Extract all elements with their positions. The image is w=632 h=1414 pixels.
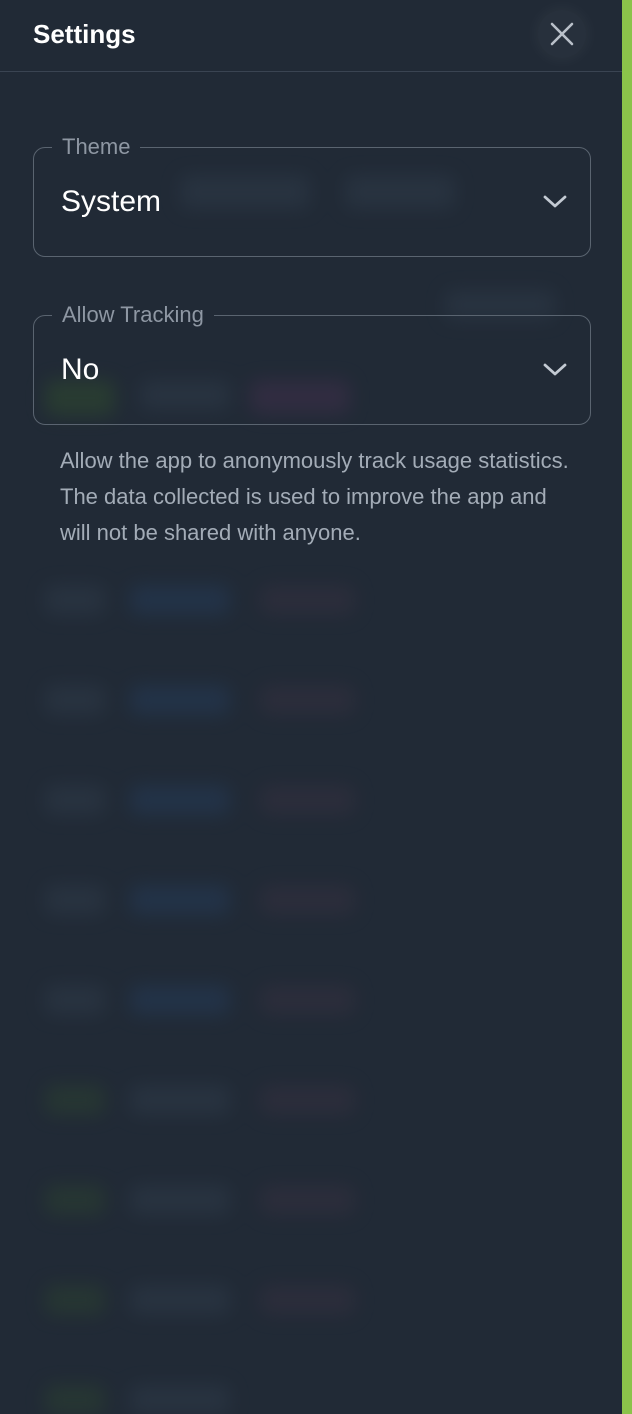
page-title: Settings xyxy=(33,19,136,49)
allow-tracking-helper-text: Allow the app to anonymously track usage… xyxy=(60,448,569,545)
chevron-down-icon xyxy=(543,195,567,208)
close-icon xyxy=(550,22,574,46)
close-button[interactable] xyxy=(538,10,586,58)
theme-label: Theme xyxy=(52,134,141,160)
theme-value: System xyxy=(61,185,162,218)
allow-tracking-select[interactable]: Allow Tracking No xyxy=(33,302,591,425)
settings-header: Settings xyxy=(0,0,622,72)
theme-select[interactable]: Theme System xyxy=(33,134,591,257)
allow-tracking-value: No xyxy=(61,353,100,386)
settings-panel: Settings Theme System Allow Tracking No … xyxy=(0,0,622,1414)
accent-strip xyxy=(622,0,632,1414)
allow-tracking-label: Allow Tracking xyxy=(52,302,214,328)
chevron-down-icon xyxy=(543,363,567,376)
